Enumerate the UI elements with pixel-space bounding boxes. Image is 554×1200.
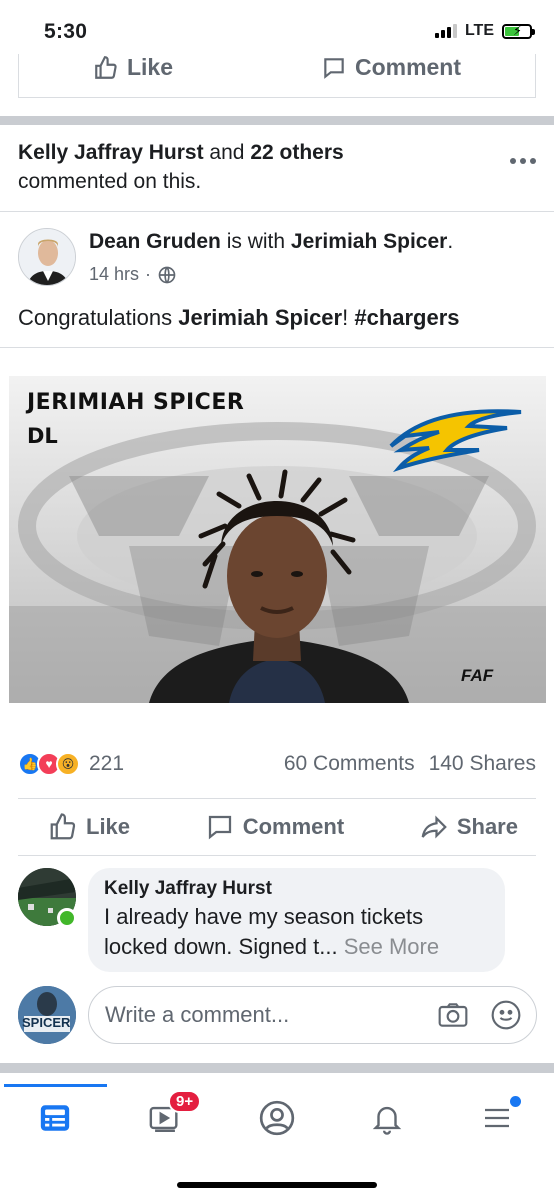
nav-news-feed[interactable] (30, 1098, 80, 1138)
comment-button[interactable]: Comment (205, 812, 344, 842)
activity-actor[interactable]: Kelly Jaffray Hurst (18, 141, 204, 164)
image-watermark: FAF (461, 666, 494, 685)
like-label: Like (86, 814, 131, 839)
comment-input[interactable] (105, 1002, 405, 1028)
status-indicators: LTE ⚡ (434, 22, 535, 40)
post-tagged-person[interactable]: Jerimiah Spicer (291, 230, 447, 253)
reactions-count: 221 (89, 752, 125, 775)
previous-comment-button[interactable]: Comment (321, 54, 461, 81)
post-time[interactable]: 14 hrs (89, 264, 139, 285)
image-player-position: DL (27, 424, 58, 448)
feed-separator (0, 1063, 554, 1073)
see-more-link[interactable]: See More (344, 934, 439, 959)
share-label: Share (456, 814, 518, 839)
emoji-icon[interactable] (490, 999, 522, 1031)
previous-like-label: Like (126, 54, 173, 80)
comment-text: I already have my season tickets locked … (104, 902, 489, 962)
notification-badge: 9+ (168, 1090, 202, 1113)
comment-label: Comment (242, 814, 345, 839)
divider (0, 347, 554, 348)
active-tab-indicator (4, 1084, 107, 1087)
home-indicator[interactable] (177, 1182, 377, 1188)
bell-icon (372, 1106, 402, 1135)
my-avatar: SPICER (18, 986, 76, 1044)
profile-icon (259, 1100, 295, 1136)
comment-composer[interactable] (88, 986, 537, 1044)
wow-reaction-icon: 😮 (56, 752, 80, 776)
activity-joiner: and (209, 141, 245, 164)
nav-profile[interactable] (252, 1098, 302, 1138)
menu-notification-dot (510, 1096, 521, 1107)
thumbs-up-icon (50, 813, 76, 840)
nav-notifications[interactable] (362, 1098, 412, 1138)
network-type: LTE (464, 22, 494, 39)
post-image[interactable]: JERIMIAH SPICER DL FAF (9, 376, 546, 703)
status-time: 5:30 (44, 20, 88, 43)
bottom-navigation: 9+ (0, 1076, 554, 1200)
post-text: Congratulations Jerimiah Spicer! #charge… (18, 305, 460, 331)
post-author[interactable]: Dean Gruden (89, 230, 221, 253)
thumbs-up-icon (95, 55, 117, 79)
post-author-line: Dean Gruden is with Jerimiah Spicer. (89, 230, 454, 253)
comment-icon (324, 57, 344, 79)
share-arrow-icon (421, 815, 447, 839)
post-meta: 14 hrs · (89, 264, 177, 285)
activity-header: Kelly Jaffray Hurst and 22 others commen… (18, 138, 488, 196)
signal-icon (434, 24, 457, 38)
more-options-icon[interactable] (510, 158, 536, 164)
my-avatar-text: SPICER (22, 1015, 71, 1030)
comment-author[interactable]: Kelly Jaffray Hurst (104, 878, 489, 900)
globe-icon (158, 266, 176, 283)
stadium-background (9, 376, 546, 703)
previous-comment-label: Comment (354, 54, 462, 80)
comment-text-line1: I already have my season tickets (104, 904, 424, 929)
post-text-punct: ! (342, 305, 355, 330)
divider (0, 211, 554, 212)
share-button[interactable]: Share (419, 812, 518, 842)
engagement-counts: 60 Comments 140 Shares (284, 752, 536, 776)
composer-icons (436, 999, 522, 1031)
comment-icon (208, 815, 231, 840)
previous-like-button[interactable]: Like (93, 54, 173, 81)
post-hashtag[interactable]: #chargers (354, 305, 459, 330)
post-text-intro: Congratulations (18, 305, 173, 330)
image-player-name: JERIMIAH SPICER (27, 390, 245, 415)
shares-count[interactable]: 140 Shares (429, 752, 536, 776)
comment-text-line2: locked down. Signed t... (104, 934, 338, 959)
feed-separator (0, 116, 554, 125)
reactions-summary[interactable]: 👍 ♥ 😮 221 (18, 752, 124, 776)
comments-count[interactable]: 60 Comments (284, 752, 415, 776)
menu-icon (485, 1108, 509, 1128)
camera-icon[interactable] (436, 999, 470, 1031)
author-avatar[interactable] (18, 228, 76, 286)
activity-suffix: commented on this. (18, 170, 202, 193)
comment-bubble[interactable]: Kelly Jaffray Hurst I already have my se… (88, 868, 505, 972)
battery-icon: ⚡ (502, 23, 535, 39)
post-with-text: is with (226, 230, 286, 253)
previous-post-actions: Like Comment (18, 54, 536, 98)
post-text-mention[interactable]: Jerimiah Spicer (178, 305, 342, 330)
online-status-indicator (57, 908, 77, 928)
news-feed-icon (40, 1105, 70, 1131)
like-button[interactable]: Like (48, 812, 130, 842)
post-action-bar: Like Comment Share (18, 798, 536, 856)
activity-others[interactable]: 22 others (250, 141, 343, 164)
